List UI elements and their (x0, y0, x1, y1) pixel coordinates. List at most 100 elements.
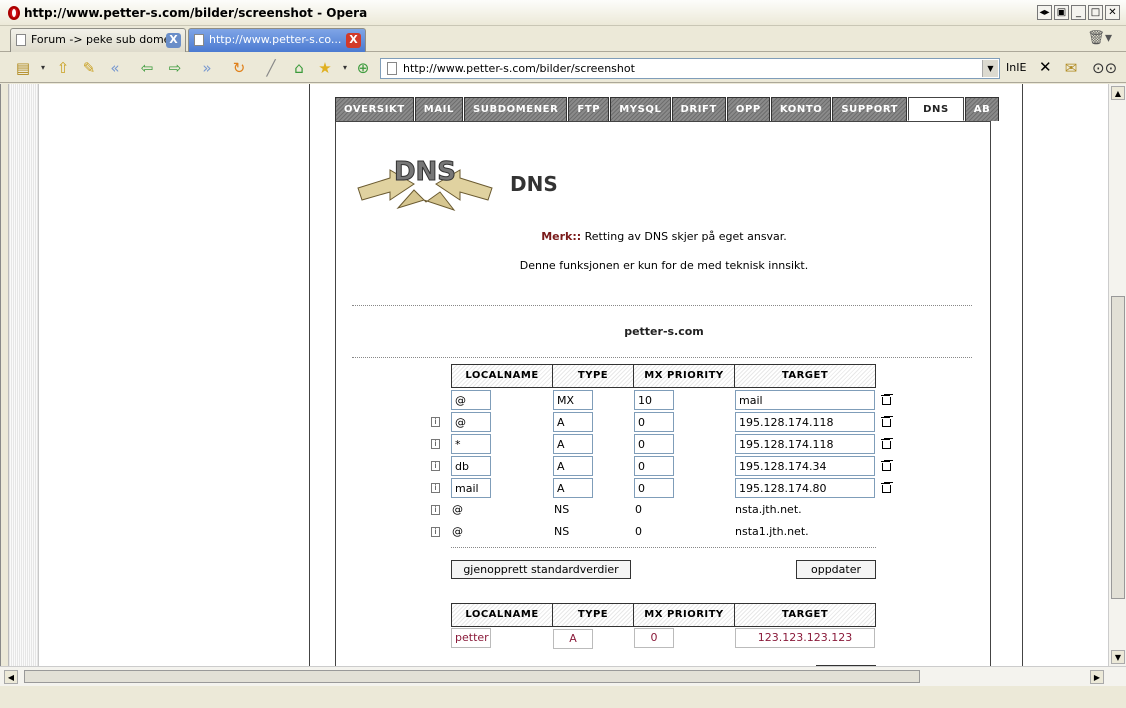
info-icon[interactable]: i (431, 483, 440, 493)
localname-input[interactable] (451, 390, 491, 410)
priority-input[interactable] (634, 456, 674, 476)
warning-message: Retting av DNS skjer på eget ansvar. (581, 230, 787, 243)
nav-tab-opp[interactable]: OPP (726, 97, 770, 121)
type-input[interactable] (553, 390, 593, 410)
forward-icon[interactable]: ⇨ (166, 59, 184, 77)
restore-tabs-icon[interactable]: ◂▸ (1037, 5, 1052, 20)
nav-tab-ab[interactable]: AB (964, 97, 1000, 121)
glasses-icon[interactable]: ⊙⊙ (1092, 59, 1117, 77)
back-icon[interactable]: ⇦ (138, 59, 156, 77)
nav-tab-mysql[interactable]: MYSQL (610, 97, 671, 121)
bookmark-star-icon[interactable]: ★ (316, 59, 334, 77)
type-input[interactable] (553, 434, 593, 454)
scroll-up-icon[interactable]: ▲ (1111, 86, 1125, 100)
priority-input[interactable] (634, 478, 674, 498)
tab-forum[interactable]: Forum -> peke sub dome... X (10, 28, 186, 52)
delete-icon[interactable] (881, 460, 891, 471)
delete-icon[interactable] (881, 438, 891, 449)
vertical-scrollbar[interactable]: ▲ ▼ (1108, 84, 1126, 666)
site-navigation: OVERSIKT MAIL SUBDOMENER FTP MYSQL DRIFT… (335, 97, 1000, 121)
header-target: TARGET (734, 364, 876, 388)
stop-icon[interactable]: ╱ (262, 59, 280, 77)
nav-tab-dns[interactable]: DNS (908, 97, 964, 121)
warning-label: Merk:: (541, 230, 582, 243)
type-input[interactable] (553, 412, 593, 432)
close-window-button[interactable]: ✕ (1105, 5, 1120, 20)
reload-icon[interactable]: ↻ (230, 59, 248, 77)
delete-icon[interactable] (881, 482, 891, 493)
scroll-down-icon[interactable]: ▼ (1111, 650, 1125, 664)
tab-close-icon[interactable]: X (346, 33, 361, 48)
logo-text: DNS (394, 157, 456, 187)
scroll-thumb[interactable] (1111, 296, 1125, 599)
address-input[interactable] (403, 61, 973, 76)
update-button[interactable]: oppdater (796, 560, 876, 579)
new-localname-field[interactable]: petter (451, 628, 491, 648)
scroll-thumb[interactable] (24, 670, 920, 683)
info-icon[interactable]: i (431, 461, 440, 471)
priority-input[interactable] (634, 412, 674, 432)
localname-input[interactable] (451, 434, 491, 454)
nav-tab-konto[interactable]: KONTO (770, 97, 832, 121)
target-input[interactable] (735, 412, 875, 432)
priority-input[interactable] (634, 390, 674, 410)
panel-grip[interactable] (1, 84, 9, 666)
trash-icon[interactable]: 🗑▾ (1087, 30, 1112, 46)
scroll-right-icon[interactable]: ▶ (1090, 670, 1104, 684)
delete-icon[interactable] (881, 394, 891, 405)
target-input[interactable] (735, 478, 875, 498)
nav-tab-drift[interactable]: DRIFT (671, 97, 726, 121)
info-icon[interactable]: i (431, 417, 440, 427)
edit-icon[interactable]: ✎ (80, 59, 98, 77)
localname-input[interactable] (451, 478, 491, 498)
restore-defaults-button[interactable]: gjenopprett standardverdier (451, 560, 631, 579)
tab-screenshot[interactable]: http://www.petter-s.co... X (188, 28, 366, 52)
address-dropdown-icon[interactable]: ▼ (982, 60, 998, 77)
tile-icon[interactable]: ▣ (1054, 5, 1069, 20)
notes-icon[interactable]: ✉ (1062, 59, 1080, 77)
panels-icon[interactable]: ▤ (14, 59, 32, 77)
address-bar[interactable]: ▼ (380, 58, 1000, 79)
localname-input[interactable] (451, 456, 491, 476)
new-target-field[interactable]: 123.123.123.123 (735, 628, 875, 648)
open-in-ie-button[interactable]: InIE (1006, 61, 1026, 74)
delete-icon[interactable] (881, 416, 891, 427)
localname-input[interactable] (451, 412, 491, 432)
new-priority-field[interactable]: 0 (634, 628, 674, 648)
minimize-button[interactable]: _ (1071, 5, 1086, 20)
home-icon[interactable]: ⌂ (290, 59, 308, 77)
nav-tab-ftp[interactable]: FTP (568, 97, 610, 121)
fast-forward-icon[interactable]: » (198, 59, 216, 77)
header-localname: LOCALNAME (451, 364, 553, 388)
new-header-localname: LOCALNAME (451, 603, 553, 627)
nav-tab-subdomener[interactable]: SUBDOMENER (463, 97, 568, 121)
tab-label: http://www.petter-s.co... (209, 33, 342, 46)
target-input[interactable] (735, 434, 875, 454)
new-header-target: TARGET (734, 603, 876, 627)
target-input[interactable] (735, 456, 875, 476)
side-panel (1, 84, 39, 666)
panels-dropdown-icon[interactable]: ▾ (34, 59, 52, 77)
info-icon[interactable]: i (431, 527, 440, 537)
maximize-button[interactable]: □ (1088, 5, 1103, 20)
type-input[interactable] (553, 456, 593, 476)
type-input[interactable] (553, 478, 593, 498)
nav-tab-support[interactable]: SUPPORT (832, 97, 908, 121)
divider (352, 357, 972, 358)
priority-input[interactable] (634, 434, 674, 454)
info-icon[interactable]: i (431, 439, 440, 449)
close-icon[interactable]: ✕ (1039, 58, 1052, 76)
ns-localname: @ (452, 503, 463, 516)
new-page-icon[interactable]: ⊕ (354, 59, 372, 77)
nav-tab-oversikt[interactable]: OVERSIKT (335, 97, 414, 121)
target-input[interactable] (735, 390, 875, 410)
up-folder-icon[interactable]: ⇧ (54, 59, 72, 77)
new-type-field[interactable]: A (553, 629, 593, 649)
horizontal-scrollbar[interactable]: ◀ ▶ (0, 666, 1126, 686)
rewind-icon[interactable]: « (106, 59, 124, 77)
nav-tab-mail[interactable]: MAIL (414, 97, 463, 121)
scroll-left-icon[interactable]: ◀ (4, 670, 18, 684)
bookmark-dropdown-icon[interactable]: ▾ (336, 59, 354, 77)
tab-close-icon[interactable]: X (166, 33, 181, 48)
info-icon[interactable]: i (431, 505, 440, 515)
